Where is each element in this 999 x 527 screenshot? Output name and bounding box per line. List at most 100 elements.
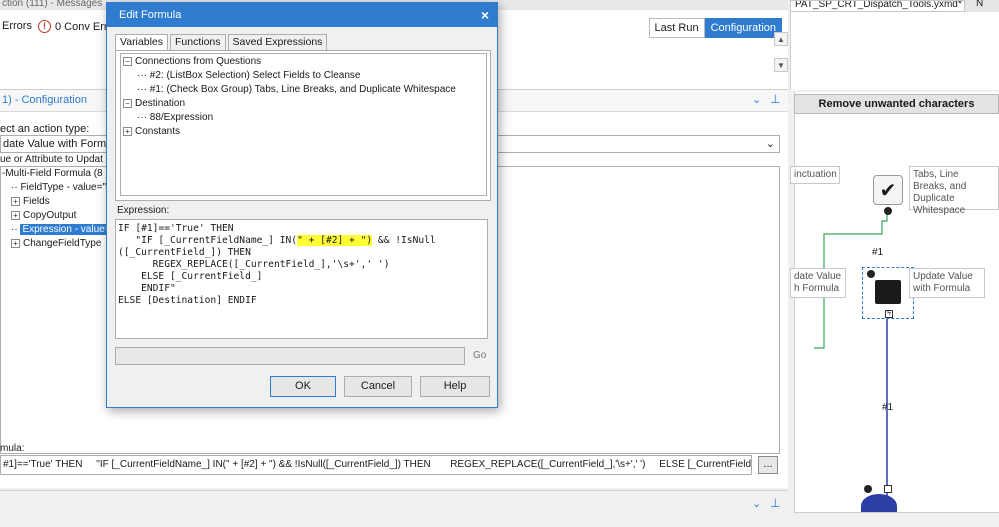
tree-leaf[interactable]: ··· #2: (ListBox Selection) Select Field… [137,70,360,81]
dialog-title: Edit Formula [119,9,182,21]
tree-item-fieldtype[interactable]: ·· FieldType - value=" [11,182,106,193]
conv-errors-label: 0 Conv Erro [55,20,114,33]
formula-field[interactable]: #1]=='True' THEN "IF [_CurrentFieldName_… [0,455,752,475]
pin-icon[interactable]: ⊥ [770,92,780,106]
configuration-title: 1) - Configuration [2,94,87,106]
expression-line: ([_CurrentField_]) THEN [118,247,251,258]
scroll-down-icon[interactable]: ▼ [774,58,788,72]
punctuation-label: inctuation [790,166,840,184]
help-button[interactable]: Help [420,376,490,397]
tree-item-changefieldtype[interactable]: + ChangeFieldType [11,238,101,249]
scroll-up-icon[interactable]: ▲ [774,32,788,46]
variables-tree[interactable]: − Connections from Questions ··· #2: (Lis… [120,53,487,196]
output-anchor-icon[interactable] [884,207,892,215]
next-tab[interactable]: N [970,0,999,12]
go-button[interactable]: Go [473,350,486,361]
attribute-label: ue or Attribute to Updat [0,154,103,165]
tree-item-label: CopyOutput [23,210,77,221]
tree-root-label: Multi-Field Formula (8 [5,168,103,179]
tree-node-label: Connections from Questions [135,56,262,67]
formula-label: mula: [0,443,25,454]
tree-leaf[interactable]: ··· #1: (Check Box Group) Tabs, Line Bre… [137,84,456,95]
tree-node-destination[interactable]: − Destination [123,98,185,109]
cancel-button[interactable]: Cancel [344,376,412,397]
punctuation-text: inctuation [794,169,837,180]
selected-tool-frame[interactable]: ϟ [862,267,914,319]
error-count[interactable]: Errors [2,20,32,32]
error-circle-icon: ! [38,20,51,33]
conv-error-count[interactable]: ! 0 Conv Erro [38,20,114,33]
action-type-value: date Value with Formula [3,138,121,150]
expand-icon[interactable]: + [11,210,20,220]
messages-scrollbar[interactable]: ▲ ▼ [774,32,788,72]
expression-line: ELSE [Destination] ENDIF [118,295,257,306]
dialog-titlebar[interactable]: Edit Formula [107,3,497,27]
tree-item-fields[interactable]: + Fields [11,196,50,207]
tree-leaf-label: #2: (ListBox Selection) Select Fields to… [149,70,361,81]
tree-item-label: ChangeFieldType [23,238,102,249]
expression-line: IF [#1]=='True' THEN [118,223,234,234]
lightning-anchor-icon[interactable]: ϟ [885,310,893,318]
right-pane [790,12,999,90]
tree-item-label: Fields [23,196,50,207]
expression-line: ENDIF" [118,283,176,294]
tab-configuration[interactable]: Configuration [704,18,782,38]
tree-node-label: Destination [135,98,186,109]
expression-line: REGEX_REPLACE([_CurrentField_],'\s+',' '… [118,259,390,270]
variables-panel: − Connections from Questions ··· #2: (Lis… [115,50,491,201]
results-tabs: Last Run Configuration [648,18,782,38]
expression-text: "IF [_CurrentFieldName_] IN( [118,235,298,246]
collapse-chevron-icon[interactable]: ⌄ [752,93,761,106]
connector-label: #1 [872,247,884,258]
errors-label: Errors [2,20,32,32]
action-type-label: ect an action type: [0,123,90,135]
tree-node-connections[interactable]: − Connections from Questions [123,56,261,67]
collapse-icon[interactable]: − [123,98,132,108]
canvas-horizontal-scrollbar[interactable] [794,512,999,527]
tree-node-label: Constants [135,126,181,137]
bottom-pane: ⌄ ⊥ [0,490,788,527]
tab-variables[interactable]: Variables [115,34,168,51]
expand-icon[interactable]: + [11,238,20,248]
expression-line: ELSE [_CurrentField_] [118,271,263,282]
test-input[interactable] [115,347,465,365]
collapse-icon[interactable]: − [123,56,132,66]
tree-item-label: Expression - value= [20,224,113,235]
tab-last-run[interactable]: Last Run [648,18,705,38]
dialog-tabs: Variables Functions Saved Expressions [115,34,329,51]
tab-functions[interactable]: Functions [170,34,226,50]
tabs-linebreaks-label: Tabs, Line Breaks, and Duplicate Whitesp… [909,166,999,216]
clapperboard-icon [875,280,901,304]
tree-leaf-label: 88/Expression [149,112,214,123]
expression-editor[interactable]: IF [#1]=='True' THEN "IF [_CurrentFieldN… [115,219,488,339]
chevron-down-icon: ⌄ [765,138,775,150]
container-title[interactable]: Remove unwanted characters [794,94,999,114]
input-anchor-icon[interactable] [867,270,875,278]
highlighted-expression-text: " + [#2] + ") [297,235,373,246]
messages-title-text: ction (111) - Messages [2,0,103,9]
lightning-anchor-icon[interactable] [884,485,892,493]
tab-saved-expressions[interactable]: Saved Expressions [227,34,328,50]
pin-icon[interactable]: ⊥ [770,496,780,510]
close-icon[interactable]: × [481,6,489,24]
update-value-label: Update Value with Formula [909,268,985,298]
tree-item-expression[interactable]: ·· Expression - value= [11,224,113,235]
workflow-file-tab[interactable]: PAT_SP_CRT_Dispatch_Tools.yxmd* [790,0,965,12]
collapse-chevron-icon[interactable]: ⌄ [752,497,761,510]
expand-icon[interactable]: + [11,196,20,206]
ok-button[interactable]: OK [270,376,336,397]
tree-leaf[interactable]: ··· 88/Expression [137,112,213,123]
tree-item-copyoutput[interactable]: + CopyOutput [11,210,76,221]
expression-line: "IF [_CurrentFieldName_] IN(" + [#2] + "… [118,235,485,247]
checkbox-tool-icon[interactable]: ✔ [873,175,903,205]
tree-leaf-label: #1: (Check Box Group) Tabs, Line Breaks,… [149,84,456,95]
tree-node-constants[interactable]: + Constants [123,126,180,137]
expression-text: && !IsNull [372,235,436,246]
expression-label: Expression: [117,205,170,216]
tree-root[interactable]: -Multi-Field Formula (8 [2,168,103,179]
edit-formula-button[interactable]: ... [758,456,778,474]
expand-icon[interactable]: + [123,126,132,136]
input-anchor-icon[interactable] [864,485,872,493]
edit-formula-dialog: Edit Formula × Variables Functions Saved… [106,2,498,408]
connector-label: #1 [882,402,894,413]
